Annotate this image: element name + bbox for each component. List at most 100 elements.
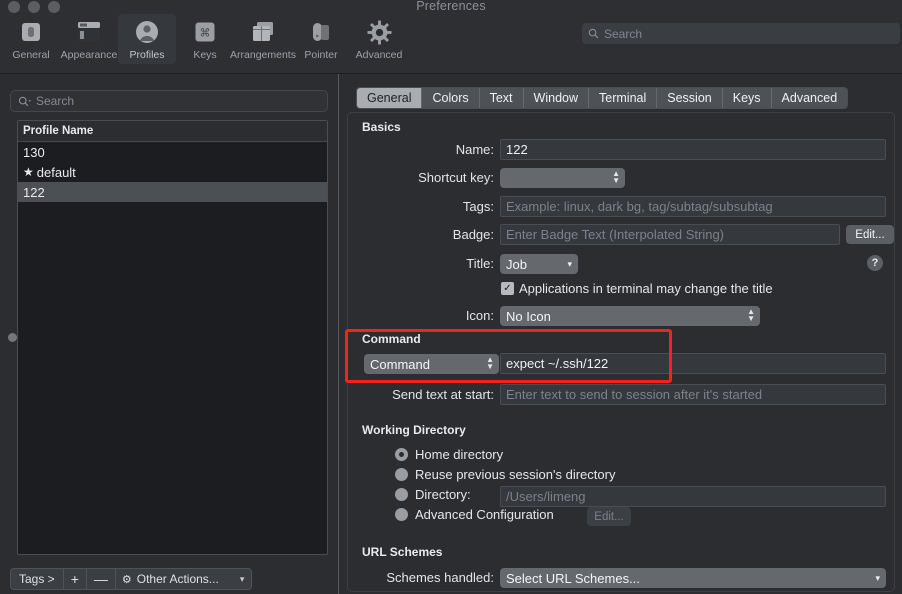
shortcut-key-popup[interactable]: ▲ ▼ (500, 168, 625, 188)
radio-reuse-previous-directory[interactable]: Reuse previous session's directory (395, 467, 615, 482)
send-text-label: Send text at start: (392, 387, 494, 402)
toolbar-item-arrangements[interactable]: Arrangements (230, 14, 296, 64)
radio-custom-directory[interactable]: Directory: (395, 487, 471, 502)
chevron-down-icon: ▾ (875, 572, 880, 583)
toolbar-item-general[interactable]: General (2, 14, 60, 64)
tab-keys[interactable]: Keys (722, 88, 772, 108)
shortcut-key-label: Shortcut key: (418, 170, 494, 185)
badge-field[interactable]: Enter Badge Text (Interpolated String) (500, 224, 840, 245)
profile-list-toolbar: Tags > + — ⚙ Other Actions... ▾ (10, 568, 253, 590)
toolbar-item-label: General (12, 49, 50, 61)
window-titlebar: Preferences General Appearance Profiles … (0, 0, 902, 74)
basics-section-heading: Basics (362, 120, 401, 134)
name-field[interactable]: 122 (500, 139, 886, 160)
toolbar-item-profiles[interactable]: Profiles (118, 14, 176, 64)
profile-name: default (36, 164, 76, 180)
chevron-down-icon: ▾ (567, 258, 572, 269)
tab-general[interactable]: General (357, 88, 423, 108)
gear-icon: ⚙ (121, 573, 132, 586)
radio-home-directory[interactable]: Home directory (395, 447, 503, 462)
arrangements-icon (248, 18, 278, 46)
tags-label: Tags: (462, 199, 494, 214)
toolbar-item-label: Arrangements (230, 49, 296, 61)
list-item[interactable]: 130 (18, 142, 327, 162)
radio-icon[interactable] (395, 468, 408, 481)
chevron-down-icon: ▾ (239, 573, 245, 584)
title-help-button[interactable]: ? (867, 255, 883, 271)
toolbar-item-label: Appearance (60, 49, 118, 61)
search-icon (18, 96, 32, 107)
name-label: Name: (455, 142, 494, 157)
split-view-handle[interactable] (8, 333, 17, 342)
profile-name: 122 (23, 184, 45, 200)
command-mode-popup[interactable]: Command ▲ ▼ (364, 354, 499, 374)
toolbar-item-keys[interactable]: ⌘ Keys (176, 14, 234, 64)
other-actions-label: Other Actions... (136, 572, 219, 586)
checkbox-icon[interactable]: ✓ (501, 282, 514, 295)
remove-profile-button[interactable]: — (85, 568, 115, 590)
tab-colors[interactable]: Colors (422, 88, 480, 108)
schemes-handled-popup[interactable]: Select URL Schemes... ▾ (500, 568, 886, 588)
radio-icon[interactable] (395, 448, 408, 461)
tags-field[interactable]: Example: linux, dark bg, tag/subtag/subs… (500, 196, 886, 217)
app-title-checkbox-row[interactable]: ✓ Applications in terminal may change th… (501, 281, 773, 296)
title-value: Job (506, 256, 527, 272)
settings-scroll-area[interactable]: Basics Name: 122 Shortcut key: ▲ ▼ Tags: … (347, 112, 895, 592)
radio-label: Advanced Configuration (415, 507, 554, 522)
url-schemes-section-heading: URL Schemes (362, 545, 443, 559)
command-section-heading: Command (362, 332, 421, 346)
preferences-toolbar: General Appearance Profiles ⌘ Keys Arran… (2, 14, 408, 64)
stepper-arrows-icon: ▲ ▼ (486, 355, 494, 371)
radio-label: Reuse previous session's directory (415, 467, 616, 482)
toolbar-item-label: Advanced (355, 49, 403, 61)
profile-settings-panel: General Colors Text Window Terminal Sess… (339, 74, 902, 594)
title-popup[interactable]: Job ▾ (500, 254, 578, 274)
tags-button[interactable]: Tags > (10, 568, 63, 590)
send-text-field[interactable]: Enter text to send to session after it's… (500, 384, 886, 405)
tab-session[interactable]: Session (657, 88, 723, 108)
profile-list-column-header[interactable]: Profile Name (18, 121, 327, 142)
add-profile-button[interactable]: + (62, 568, 86, 590)
icon-value: No Icon (506, 308, 551, 324)
list-item[interactable]: ★ default (18, 162, 327, 182)
icon-label: Icon: (465, 308, 494, 323)
tab-terminal[interactable]: Terminal (589, 88, 658, 108)
toolbar-item-label: Profiles (129, 49, 165, 61)
profile-name: 130 (23, 144, 45, 160)
star-icon: ★ (23, 165, 34, 179)
profiles-icon (132, 18, 162, 46)
tab-text[interactable]: Text (479, 88, 524, 108)
search-icon (588, 28, 599, 39)
toolbar-item-appearance[interactable]: Appearance (60, 14, 118, 64)
badge-label: Badge: (452, 227, 494, 242)
list-item[interactable]: 122 (18, 182, 327, 202)
other-actions-button[interactable]: ⚙ Other Actions... ▾ (114, 568, 253, 590)
toolbar-item-pointer[interactable]: Pointer (292, 14, 350, 64)
stepper-arrows-icon: ▲ ▼ (612, 169, 620, 185)
advanced-icon (364, 18, 394, 46)
advanced-configuration-edit-button[interactable]: Edit... (587, 507, 631, 526)
title-label: Title: (466, 256, 494, 271)
svg-text:⌘: ⌘ (200, 27, 211, 40)
profile-list[interactable]: Profile Name 130 ★ default 122 (17, 120, 328, 555)
keys-icon: ⌘ (190, 18, 220, 46)
radio-icon[interactable] (395, 508, 408, 521)
tab-window[interactable]: Window (523, 88, 590, 108)
toolbar-item-label: Keys (193, 49, 217, 61)
profile-tab-bar: General Colors Text Window Terminal Sess… (356, 87, 849, 109)
radio-label: Directory: (415, 487, 471, 502)
icon-popup[interactable]: No Icon ▲ ▼ (500, 306, 760, 326)
radio-icon[interactable] (395, 488, 408, 501)
schemes-handled-label: Schemes handled: (386, 570, 494, 585)
general-icon (16, 18, 46, 46)
profile-search-field[interactable]: Search (10, 90, 328, 112)
toolbar-item-advanced[interactable]: Advanced (350, 14, 408, 64)
window-title: Preferences (416, 0, 486, 13)
pointer-icon (306, 18, 336, 46)
toolbar-search-field[interactable]: Search (582, 23, 900, 44)
command-field[interactable]: expect ~/.ssh/122 (500, 353, 886, 374)
badge-edit-button[interactable]: Edit... (846, 225, 894, 244)
tab-advanced[interactable]: Advanced (771, 88, 848, 108)
radio-advanced-configuration[interactable]: Advanced Configuration (395, 507, 554, 522)
directory-field[interactable]: /Users/limeng (500, 486, 886, 507)
